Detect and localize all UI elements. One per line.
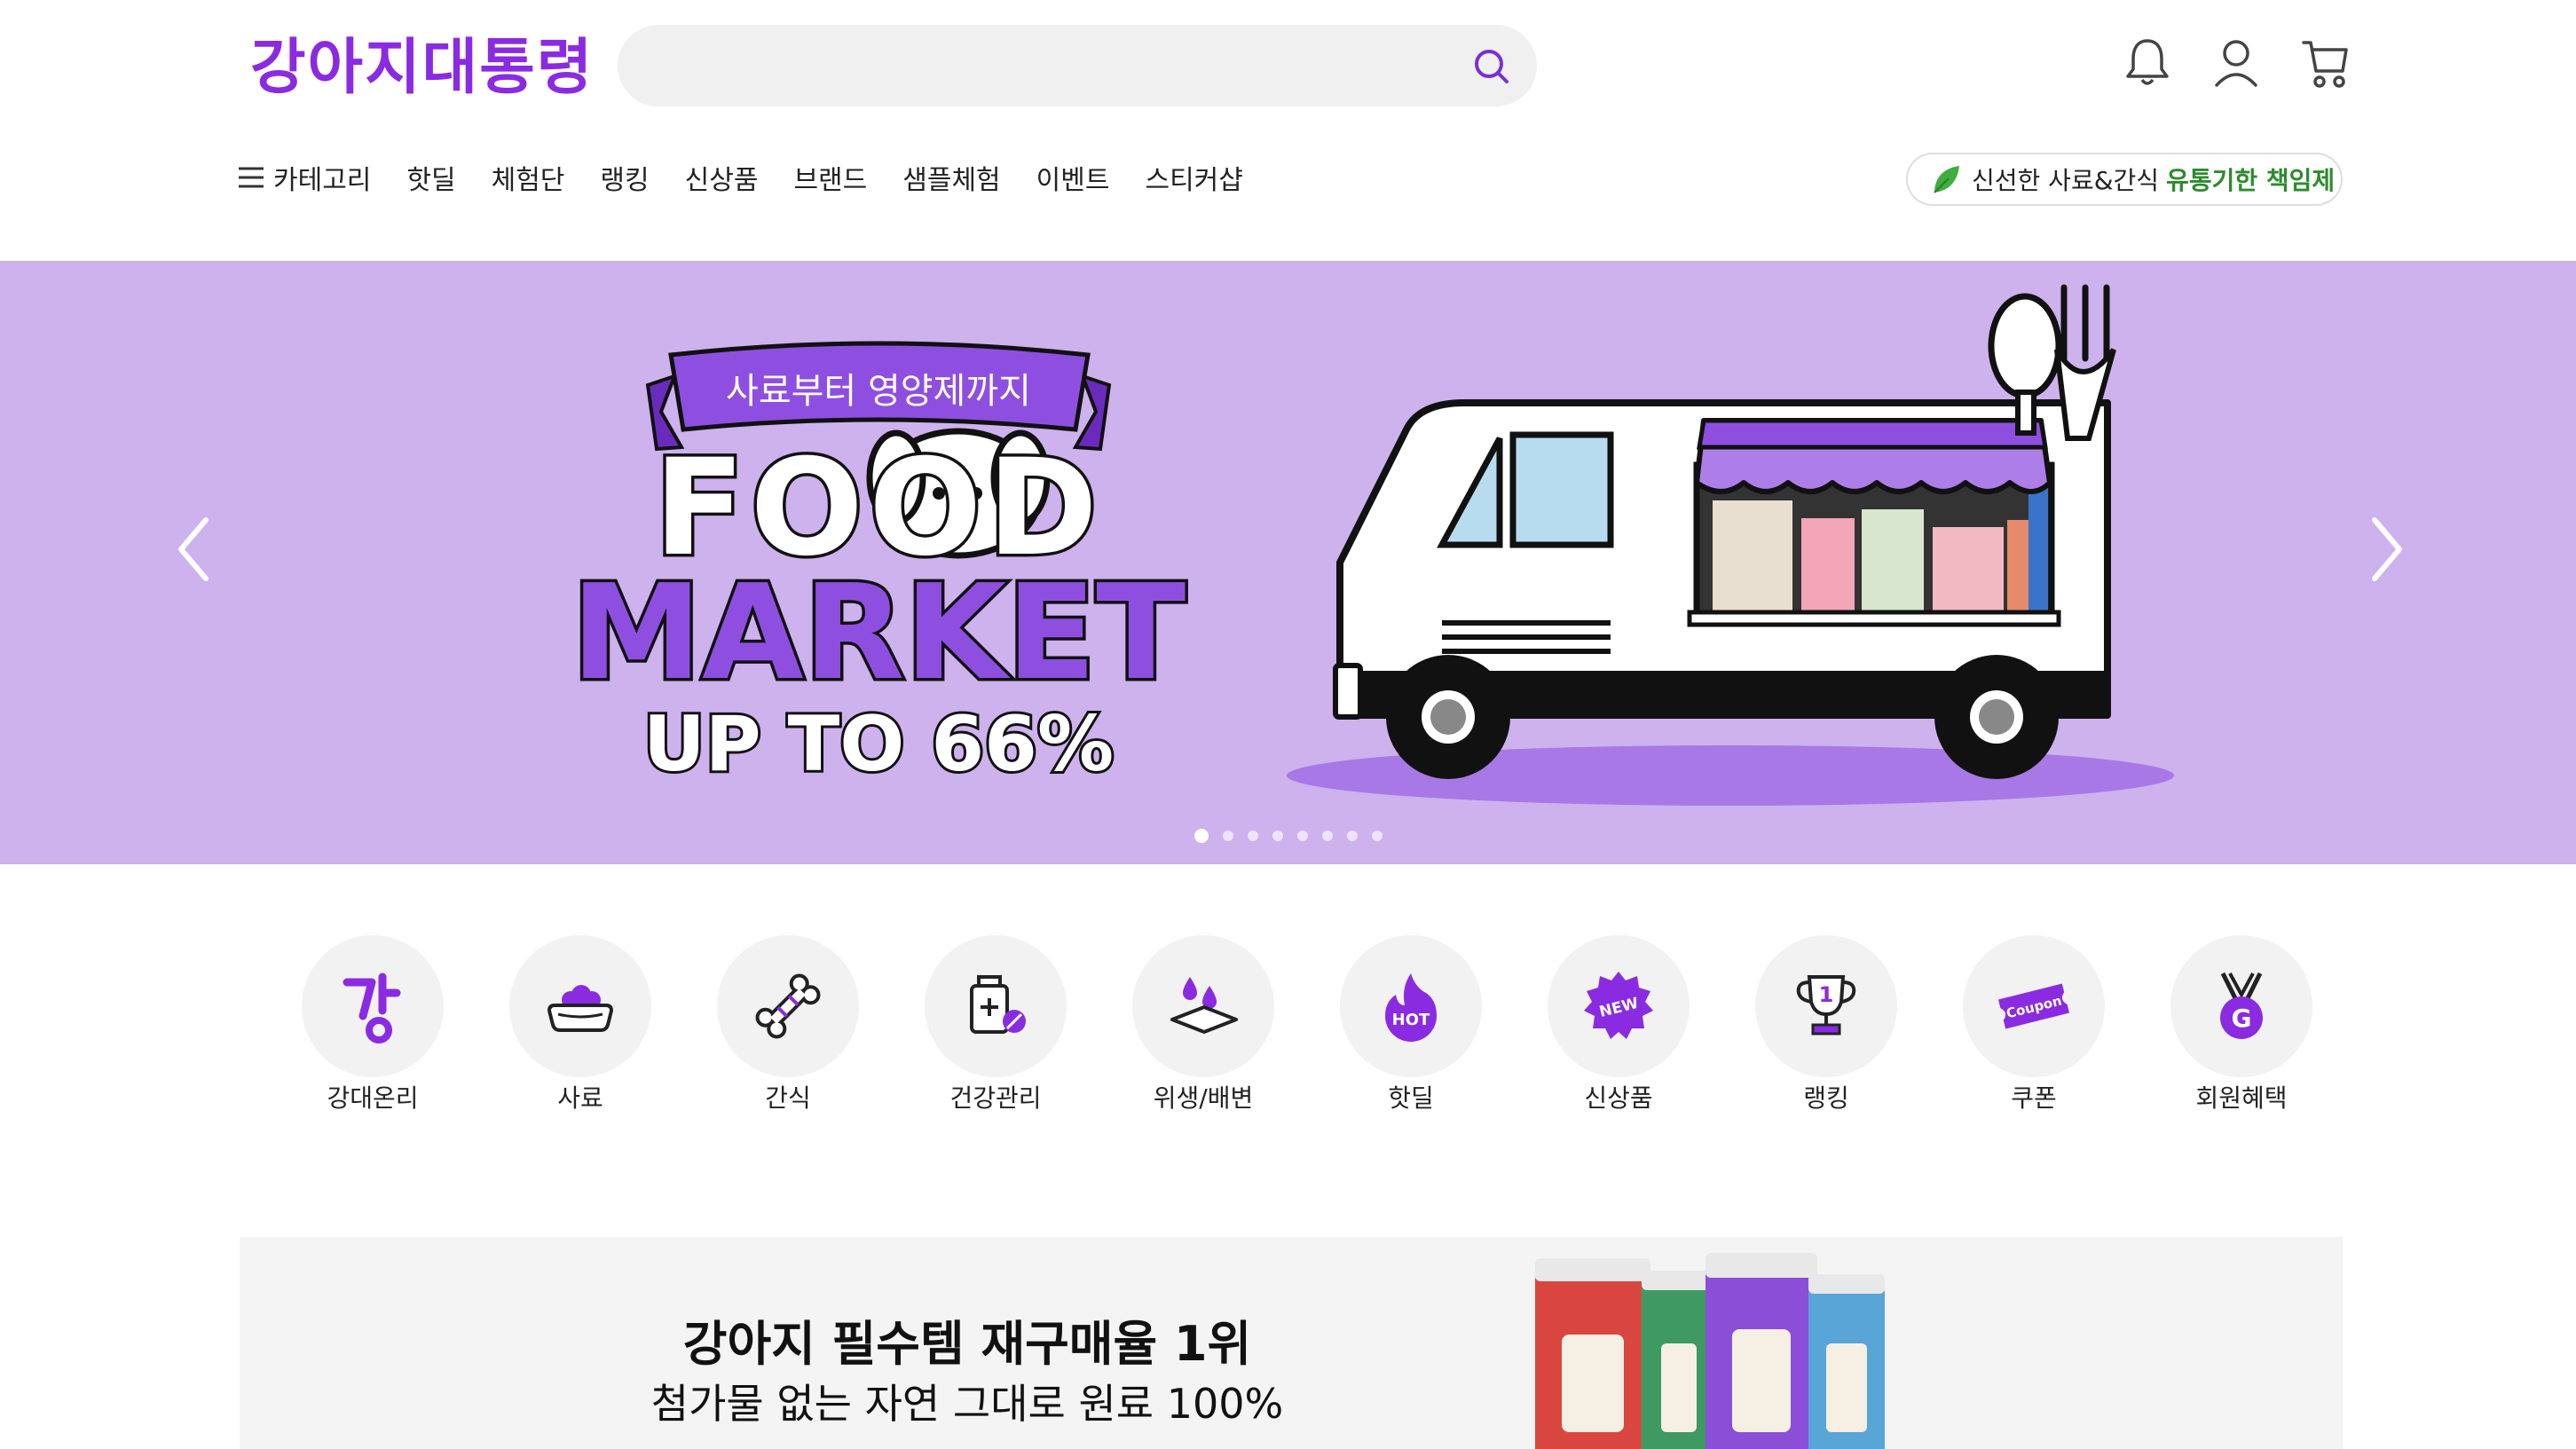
nav-item-sample[interactable]: 샘플체험 [902, 158, 1000, 197]
category-ranking[interactable]: 1 랭킹 [1737, 935, 1915, 1113]
category-coupon[interactable]: Coupon 쿠폰 [1945, 935, 2123, 1113]
category-label: 랭킹 [1803, 1083, 1849, 1113]
banner-next-arrow[interactable] [2366, 509, 2410, 589]
category-label: 핫딜 [1388, 1083, 1434, 1113]
site-header: 강아지대통령 카테고리 핫딜 체험단 랭킹 신상품 브랜드 샘플체험 이벤트 스… [0, 0, 2576, 261]
nav-item-hotdeal[interactable]: 핫딜 [406, 158, 455, 197]
hot-badge-text: HOT [1392, 1011, 1430, 1029]
category-shortcuts: 강대온리 사료 간식 건강관리 위생/배변 HOT 핫딜 NEW 신상품 1 랭… [284, 935, 2312, 1113]
banner-prev-arrow[interactable] [170, 509, 215, 589]
banner-discount: UP TO 66% [643, 700, 1114, 789]
category-snack[interactable]: 간식 [699, 935, 877, 1113]
category-health[interactable]: 건강관리 [907, 935, 1084, 1113]
gang-logo-icon [343, 973, 401, 1043]
cart-icon[interactable] [2298, 34, 2351, 91]
product-jars-image [1535, 1253, 1885, 1449]
banner-dot[interactable] [1194, 829, 1209, 843]
category-food[interactable]: 사료 [492, 935, 669, 1113]
search-icon[interactable] [1469, 44, 1514, 89]
site-logo[interactable]: 강아지대통령 [250, 28, 594, 108]
category-label: 강대온리 [327, 1083, 419, 1113]
category-label: 신상품 [1584, 1083, 1653, 1113]
fresh-badge-text: 신선한 사료&간식 [1972, 166, 2160, 195]
banner-ribbon: 사료부터 영양제까지 [726, 371, 1031, 412]
banner-dot[interactable] [1223, 831, 1233, 841]
category-gangdae-only[interactable]: 강대온리 [284, 935, 461, 1113]
category-member-benefits[interactable]: G 회원혜택 [2153, 935, 2330, 1113]
hero-banner[interactable]: 사료부터 영양제까지 FOOD MARKET UP TO 66% [0, 261, 2576, 864]
search-input[interactable] [653, 25, 1452, 106]
category-label: 회원혜택 [2195, 1083, 2288, 1113]
leaf-icon [1934, 166, 1959, 193]
banner-pagination [1194, 829, 1397, 843]
medal-badge-text: G [2232, 1004, 2252, 1033]
promo-subtitle: 첨가물 없는 자연 그대로 원료 100% [650, 1380, 1284, 1428]
banner-text-layer: 사료부터 영양제까지 FOOD MARKET UP TO 66% [568, 371, 1189, 791]
nav-item-category[interactable]: 카테고리 [238, 158, 371, 197]
pee-pad-icon [1170, 977, 1238, 1034]
nav-item-brand[interactable]: 브랜드 [793, 158, 867, 197]
banner-dot[interactable] [1272, 831, 1283, 841]
nav-item-event[interactable]: 이벤트 [1036, 158, 1110, 197]
category-label: 위생/배변 [1153, 1083, 1254, 1113]
medicine-icon [970, 975, 1026, 1034]
fresh-badge-highlight: 유통기한 책임제 [2166, 166, 2336, 195]
hamburger-icon [239, 167, 264, 188]
nav-item-ranking[interactable]: 랭킹 [600, 158, 649, 197]
banner-dot[interactable] [1297, 831, 1308, 841]
trophy-icon: 1 [1796, 975, 1856, 1036]
category-label: 사료 [557, 1083, 603, 1113]
category-label: 쿠폰 [2011, 1083, 2057, 1113]
bell-icon[interactable] [2121, 34, 2174, 91]
new-badge-icon: NEW [1584, 972, 1653, 1039]
nav-item-new[interactable]: 신상품 [685, 158, 759, 197]
banner-title-line2: MARKET [571, 556, 1186, 709]
category-label: 건강관리 [949, 1083, 1042, 1113]
food-bowl-icon [547, 985, 614, 1032]
category-label: 간식 [765, 1083, 811, 1113]
main-nav: 카테고리 핫딜 체험단 랭킹 신상품 브랜드 샘플체험 이벤트 스티커샵 [238, 151, 1279, 204]
coupon-icon: Coupon [1997, 983, 2070, 1029]
hot-flame-icon: HOT [1385, 973, 1437, 1042]
freshness-guarantee-badge[interactable]: 신선한 사료&간식 유통기한 책임제 [1906, 153, 2343, 206]
banner-dot[interactable] [1248, 831, 1258, 841]
promo-banner[interactable]: 강아지 필수템 재구매율 1위 첨가물 없는 자연 그대로 원료 100% [240, 1237, 2343, 1449]
nav-item-label: 카테고리 [273, 165, 372, 196]
user-icon[interactable] [2210, 34, 2263, 91]
rank-badge-text: 1 [1819, 982, 1834, 1007]
banner-dot[interactable] [1347, 831, 1358, 841]
banner-dot[interactable] [1372, 831, 1383, 841]
category-new[interactable]: NEW 신상품 [1530, 935, 1707, 1113]
nav-item-experience[interactable]: 체험단 [492, 158, 565, 197]
category-hotdeal[interactable]: HOT 핫딜 [1322, 935, 1500, 1113]
banner-dot[interactable] [1322, 831, 1333, 841]
nav-item-sticker-shop[interactable]: 스티커샵 [1145, 158, 1242, 197]
promo-title: 강아지 필수템 재구매율 1위 [682, 1316, 1252, 1372]
bone-icon [755, 973, 821, 1039]
category-hygiene[interactable]: 위생/배변 [1115, 935, 1292, 1113]
search-bar[interactable] [618, 25, 1537, 106]
medal-icon: G [2220, 972, 2263, 1039]
